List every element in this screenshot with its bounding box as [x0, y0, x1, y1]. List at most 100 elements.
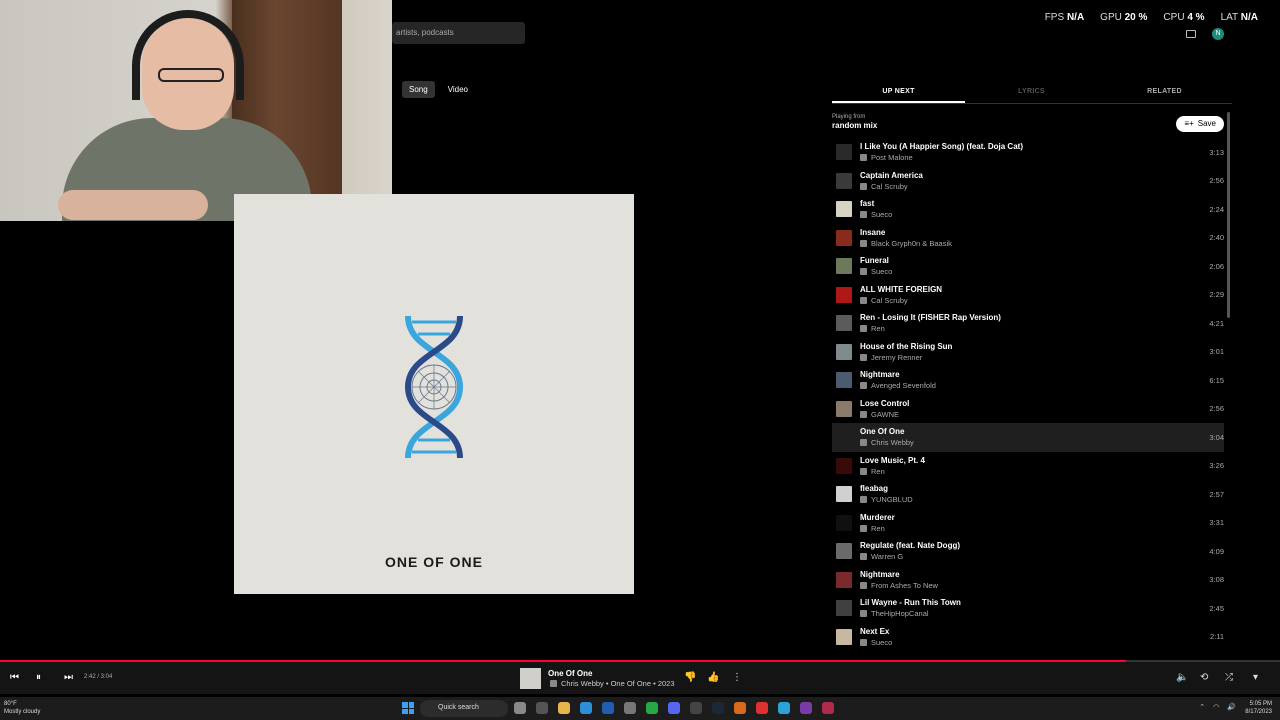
queue-item[interactable]: Nightmare From Ashes To New 3:08: [832, 566, 1224, 595]
chip-video[interactable]: Video: [441, 81, 475, 98]
next-icon[interactable]: ⏭: [64, 672, 73, 683]
like-icon[interactable]: 👍: [707, 672, 719, 683]
queue-duration: 3:08: [1209, 575, 1224, 585]
queue-info: Murderer Ren: [860, 513, 1224, 533]
repeat-icon[interactable]: ⟲: [1200, 672, 1208, 683]
queue-item[interactable]: One Of One Chris Webby 3:04: [832, 423, 1224, 452]
chip-song[interactable]: Song: [402, 81, 435, 98]
webcam-overlay: [0, 0, 392, 221]
shuffle-icon[interactable]: ⤮: [1225, 672, 1233, 683]
weather-widget[interactable]: 80°F Mostly cloudy: [4, 700, 40, 716]
queue-artist-line: Sueco: [860, 267, 1224, 276]
queue-item[interactable]: Love Music, Pt. 4 Ren 3:26: [832, 452, 1224, 481]
vlc-icon[interactable]: [734, 702, 746, 714]
queue-item[interactable]: Ren - Losing It (FISHER Rap Version) Ren 4…: [832, 309, 1224, 338]
queue-title: Love Music, Pt. 4: [860, 455, 925, 465]
queue-title: Lil Wayne - Run This Town: [860, 598, 961, 608]
queue-item[interactable]: fast Sueco 2:24: [832, 195, 1224, 224]
windows-start-icon[interactable]: [402, 702, 414, 714]
outlook-icon[interactable]: [602, 702, 614, 714]
tab-related[interactable]: RELATED: [1098, 82, 1231, 103]
queue-artist-line: Warren G: [860, 552, 1224, 561]
queue-artist-line: From Ashes To New: [860, 581, 1224, 590]
song-video-toggle: Song Video: [402, 81, 475, 98]
queue-artist-line: TheHipHopCanal: [860, 609, 1224, 618]
spotify-icon[interactable]: [646, 702, 658, 714]
queue-item[interactable]: Funeral Sueco 2:06: [832, 252, 1224, 281]
discord-icon[interactable]: [668, 702, 680, 714]
queue-thumbnail: [836, 372, 852, 389]
taskbar-search[interactable]: Quick search: [420, 700, 508, 717]
queue-artist-line: GAWNE: [860, 410, 1224, 419]
queue-duration: 2:45: [1209, 603, 1224, 613]
queue-duration: 3:04: [1209, 432, 1224, 442]
search-placeholder: artists, podcasts: [396, 28, 454, 37]
queue-info: Lil Wayne - Run This Town TheHipHopCanal: [860, 598, 1224, 618]
playlist-add-icon: ≡+: [1184, 119, 1194, 128]
more-icon[interactable]: ⋮: [732, 672, 742, 683]
queue-thumbnail: [836, 400, 852, 417]
now-playing-thumbnail[interactable]: [520, 668, 541, 689]
queue-thumbnail: [836, 429, 852, 446]
settings-icon[interactable]: [624, 702, 636, 714]
telegram-icon[interactable]: [778, 702, 790, 714]
search-input[interactable]: artists, podcasts: [392, 22, 525, 44]
queue-item[interactable]: Insane Black Gryph0n & Baasik 2:40: [832, 224, 1224, 253]
wifi-icon[interactable]: ◠: [1213, 703, 1219, 711]
queue-item[interactable]: Murderer Ren 3:31: [832, 509, 1224, 538]
queue-artist-line: Sueco: [860, 638, 1224, 647]
tab-lyrics[interactable]: LYRICS: [965, 82, 1098, 103]
queue-item[interactable]: Captain America Cal Scruby 2:56: [832, 167, 1224, 196]
pause-icon[interactable]: ⏸: [36, 672, 41, 683]
explicit-icon: [860, 410, 867, 418]
queue-item[interactable]: fleabag YUNGBLUD 2:57: [832, 480, 1224, 509]
queue-duration: 3:13: [1209, 147, 1224, 157]
file-explorer-icon[interactable]: [558, 702, 570, 714]
task-view-icon[interactable]: [536, 702, 548, 714]
queue-duration: 2:40: [1209, 233, 1224, 243]
calculator-icon[interactable]: [690, 702, 702, 714]
queue-artist: Cal Scruby: [871, 295, 908, 305]
taskbar-clock[interactable]: 5:05 PM 8/17/2023: [1245, 700, 1272, 716]
queue-item[interactable]: Next Ex Sueco 2:11: [832, 623, 1224, 652]
account-avatar[interactable]: N: [1212, 28, 1224, 40]
cast-icon[interactable]: [1186, 30, 1196, 38]
save-button[interactable]: ≡+ Save: [1176, 116, 1224, 132]
widgets-icon[interactable]: [514, 702, 526, 714]
steam-icon[interactable]: [712, 702, 724, 714]
tab-up-next[interactable]: UP NEXT: [832, 82, 965, 103]
now-playing-title[interactable]: One Of One: [548, 669, 592, 678]
explicit-icon: [860, 154, 867, 162]
previous-icon[interactable]: ⏮: [10, 672, 19, 683]
now-playing-meta[interactable]: Chris Webby • One Of One • 2023: [561, 679, 675, 688]
queue-item[interactable]: Nightmare Avenged Sevenfold 6:15: [832, 366, 1224, 395]
expand-icon[interactable]: ▾: [1253, 672, 1258, 683]
queue-item[interactable]: Lil Wayne - Run This Town TheHipHopCanal 2…: [832, 594, 1224, 623]
volume-tray-icon[interactable]: 🔊: [1227, 703, 1236, 711]
app-icon[interactable]: [822, 702, 834, 714]
queue-thumbnail: [836, 457, 852, 474]
queue-item[interactable]: Lose Control GAWNE 2:56: [832, 395, 1224, 424]
queue-artist-line: Ren: [860, 524, 1224, 533]
tray-chevron-icon[interactable]: ⌃: [1199, 703, 1205, 711]
queue-duration: 6:15: [1209, 375, 1224, 385]
queue-thumbnail: [836, 571, 852, 588]
queue-scrollbar[interactable]: [1227, 112, 1230, 318]
edge-icon[interactable]: [580, 702, 592, 714]
youtube-music-icon[interactable]: [756, 702, 768, 714]
queue-item[interactable]: I Like You (A Happier Song) (feat. Doja …: [832, 138, 1224, 167]
explicit-icon: [860, 581, 867, 589]
explicit-icon: [860, 638, 867, 646]
obs-icon[interactable]: [800, 702, 812, 714]
volume-icon[interactable]: 🔈: [1176, 672, 1188, 683]
queue-item[interactable]: ALL WHITE FOREIGN Cal Scruby 2:29: [832, 281, 1224, 310]
queue-title: Nightmare: [860, 569, 900, 579]
queue-artist-line: Chris Webby: [860, 438, 1224, 447]
clock-date: 8/17/2023: [1245, 709, 1272, 715]
queue-artist: Sueco: [871, 210, 893, 220]
queue-artist: Post Malone: [871, 153, 913, 163]
queue-duration: 4:21: [1209, 318, 1224, 328]
queue-item[interactable]: House of the Rising Sun Jeremy Renner 3:01: [832, 338, 1224, 367]
queue-item[interactable]: Regulate (feat. Nate Dogg) Warren G 4:09: [832, 537, 1224, 566]
dislike-icon[interactable]: 👎: [684, 672, 696, 683]
